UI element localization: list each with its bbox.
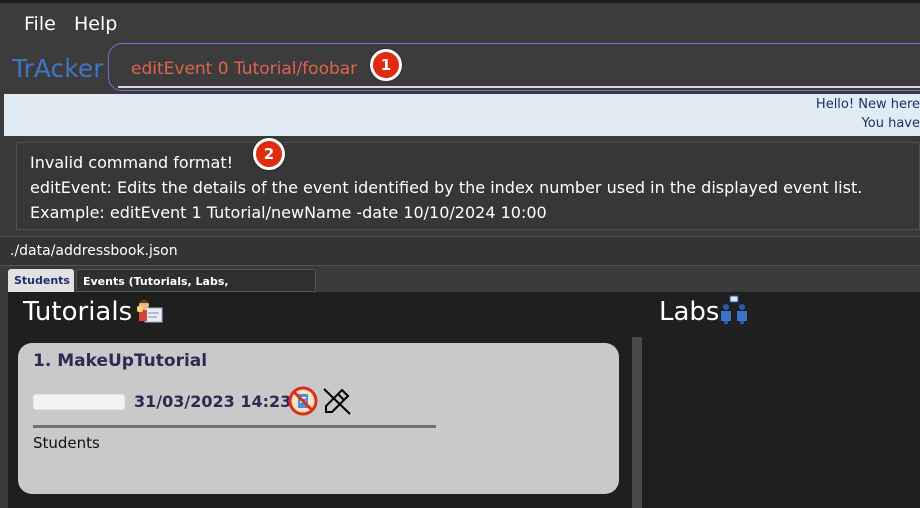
app-name: TrAcker	[12, 54, 104, 83]
lab-icon	[718, 294, 750, 330]
tutorial-card-students-label: Students	[33, 434, 100, 452]
tutorial-card-blank-field	[33, 394, 125, 410]
menu-help[interactable]: Help	[74, 13, 117, 35]
tutorials-heading: Tutorials	[23, 297, 133, 327]
tutorials-scrollbar[interactable]	[632, 337, 642, 508]
tab-bar: Students Events (Tutorials, Labs, Consul…	[0, 266, 920, 311]
command-underline	[118, 86, 920, 88]
command-row: TrAcker editEvent 0 Tutorial/foobar 1	[0, 42, 920, 94]
welcome-line-1: Hello! New here	[815, 97, 920, 112]
callout-badge-1: 1	[370, 49, 402, 81]
tutorial-card-date: 31/03/2023 14:23	[134, 392, 292, 411]
tutorial-card-divider	[33, 425, 436, 428]
tab-events[interactable]: Events (Tutorials, Labs, Consultations)	[76, 269, 316, 311]
tab-students[interactable]: Students	[8, 269, 74, 292]
no-pencil-icon[interactable]	[321, 386, 353, 420]
tutorial-icon	[135, 296, 165, 330]
data-file-path: ./data/addressbook.json	[10, 243, 178, 259]
welcome-line-2: You have	[861, 116, 920, 131]
menu-file[interactable]: File	[24, 13, 56, 35]
result-display: Invalid command format! editEvent: Edits…	[16, 142, 920, 230]
menu-bar: File Help	[0, 0, 920, 42]
no-notes-icon[interactable]	[288, 386, 318, 420]
result-usage: editEvent: Edits the details of the even…	[30, 178, 863, 197]
tutorial-card[interactable]: 1. MakeUpTutorial 31/03/2023 14:23 Stude…	[18, 343, 619, 494]
command-input[interactable]: editEvent 0 Tutorial/foobar	[131, 59, 357, 79]
labs-heading: Labs	[659, 297, 720, 327]
status-bar: ./data/addressbook.json	[0, 236, 920, 266]
welcome-banner: Hello! New here You have	[4, 94, 920, 136]
callout-badge-2: 2	[253, 138, 285, 170]
result-example: Example: editEvent 1 Tutorial/newName -d…	[30, 203, 547, 222]
result-error-title: Invalid command format!	[30, 153, 234, 172]
tutorial-card-title: 1. MakeUpTutorial	[33, 351, 208, 371]
